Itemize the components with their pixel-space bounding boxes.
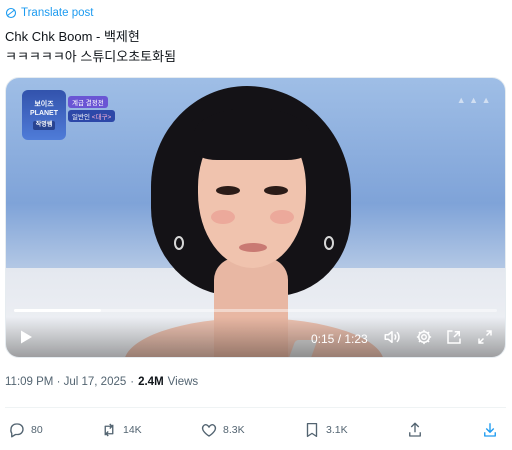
repost-count: 14K [123, 424, 142, 436]
reply-count: 80 [31, 424, 43, 436]
show-logo-line-2: PLANET [30, 110, 58, 117]
caption-tag-bottom: 일반인 <대구> [68, 110, 116, 122]
action-bar: 80 14K 8.3K 3.1K [0, 418, 512, 442]
meta-separator: · [130, 376, 135, 388]
show-logo-line-1: 보이즈 [34, 101, 54, 108]
caption-tag-team: <대구> [91, 114, 112, 121]
share-button[interactable] [406, 418, 424, 442]
translate-icon [5, 7, 17, 19]
post-text: Chk Chk Boom - 백제현 ㅋㅋㅋㅋㅋ아 스튜디오초토화됨 [5, 27, 176, 67]
repost-icon [104, 423, 114, 437]
play-icon[interactable] [18, 329, 34, 345]
repost-button[interactable]: 14K [100, 418, 142, 442]
download-icon [484, 423, 496, 437]
video-time: 0:15 / 1:23 [311, 332, 368, 346]
reply-button[interactable]: 80 [8, 418, 43, 442]
picture-in-picture-icon[interactable] [445, 328, 463, 346]
show-logo: 보이즈 PLANET 작명쌤 [22, 90, 66, 140]
download-button[interactable] [481, 418, 499, 442]
settings-icon[interactable] [415, 328, 433, 346]
heart-icon [201, 424, 217, 437]
post-meta: 11:09 PM · Jul 17, 2025 · 2.4M Views [5, 376, 198, 388]
post-text-line-2: ㅋㅋㅋㅋㅋ아 스튜디오초토화됨 [5, 49, 177, 64]
share-icon [409, 422, 421, 437]
like-count: 8.3K [223, 424, 245, 436]
video-progress-fill [14, 309, 101, 312]
bookmark-count: 3.1K [326, 424, 348, 436]
translate-label: Translate post [21, 7, 94, 19]
caption-tag: 계급 결정전 일반인 <대구> [68, 96, 126, 122]
video-progress-bar[interactable] [14, 309, 497, 312]
show-logo-sub: 작명쌤 [32, 121, 56, 130]
caption-tag-top: 계급 결정전 [68, 96, 108, 108]
views-count: 2.4M [138, 376, 164, 388]
bookmark-icon [306, 422, 318, 438]
views-label: Views [167, 376, 199, 388]
translate-post-link[interactable]: Translate post [5, 6, 93, 20]
bookmark-button[interactable]: 3.1K [303, 418, 348, 442]
post-text-line-1: Chk Chk Boom - 백제현 [5, 29, 140, 44]
volume-icon[interactable] [383, 328, 401, 346]
fullscreen-icon[interactable] [476, 328, 494, 346]
like-button[interactable]: 8.3K [200, 418, 245, 442]
video-player[interactable]: 보이즈 PLANET 작명쌤 계급 결정전 일반인 <대구> ▲ ▲ ▲ 0:1… [5, 77, 506, 358]
divider [5, 407, 506, 408]
post-timestamp[interactable]: 11:09 PM · Jul 17, 2025 [5, 376, 126, 388]
broadcaster-watermark: ▲ ▲ ▲ [456, 95, 491, 105]
video-controls: 0:15 / 1:23 [6, 317, 505, 357]
reply-icon [10, 423, 24, 438]
caption-tag-name: 일반인 [72, 114, 90, 121]
